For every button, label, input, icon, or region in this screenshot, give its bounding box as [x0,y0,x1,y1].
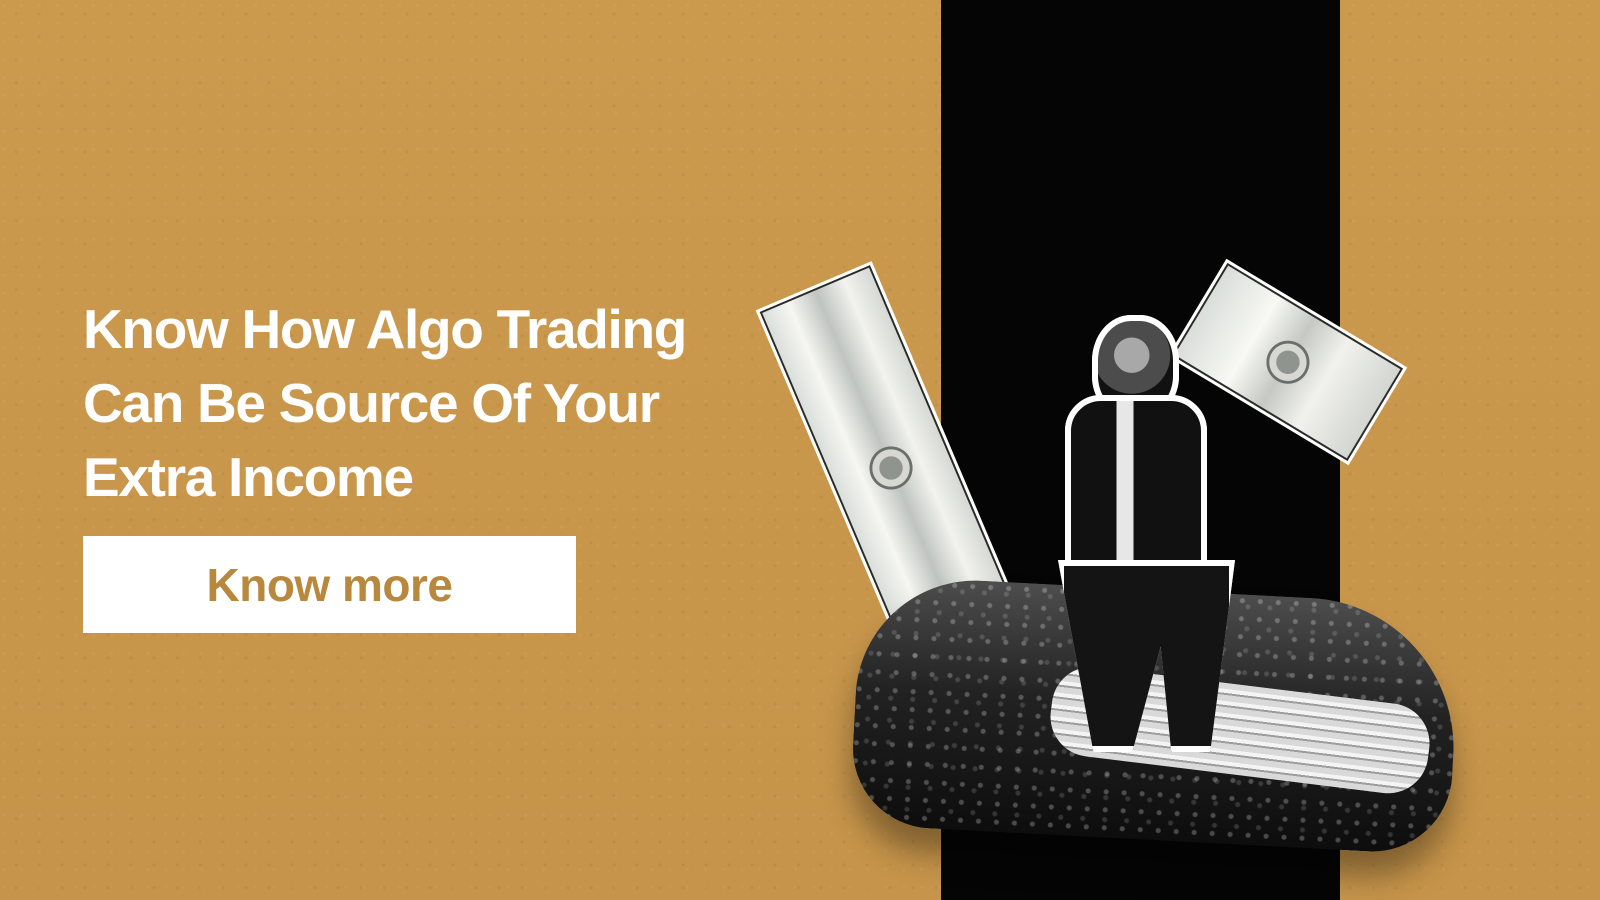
headline-line-1: Know How Algo Trading [83,298,687,360]
businessman-legs [1058,560,1235,752]
wallet-money-illustration [755,240,1480,870]
hero-headline: Know How Algo Trading Can Be Source Of Y… [83,292,783,514]
headline-line-3: Extra Income [83,446,414,508]
know-more-button[interactable]: Know more [83,536,576,633]
businessman-suit [1065,395,1207,587]
headline-line-2: Can Be Source Of Your [83,372,660,434]
businessman-figure [1020,315,1235,755]
